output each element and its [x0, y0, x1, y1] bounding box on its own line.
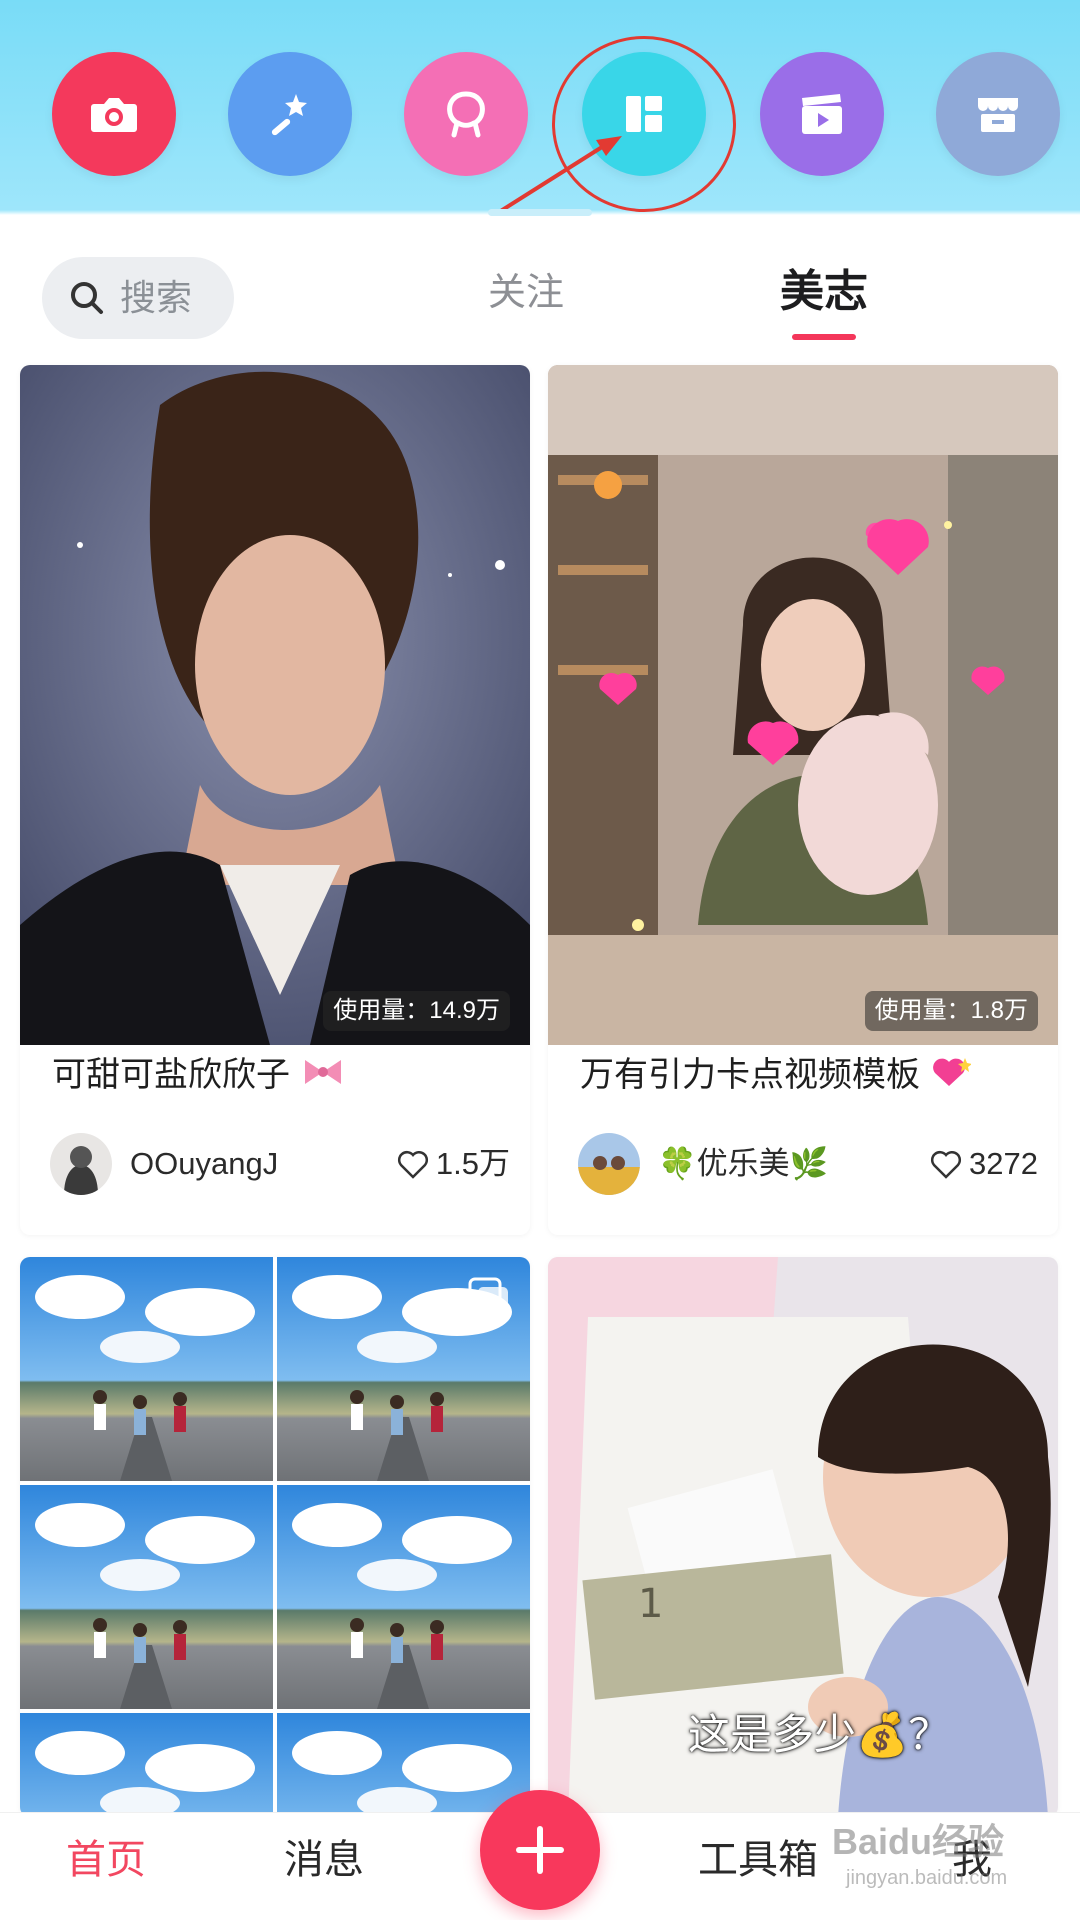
feed-card[interactable]: 1 这是多少💰？: [548, 1257, 1058, 1817]
card-author-row: 🍀优乐美🌿 3272: [578, 1133, 1038, 1197]
nav-toolbox[interactable]: 工具箱: [698, 1835, 818, 1885]
watermark: Baidu经验: [832, 1821, 1005, 1862]
camera-icon: [91, 98, 137, 132]
multi-image-icon: [468, 1277, 508, 1317]
heart-sparkle-icon: [931, 1054, 973, 1101]
app-screen: 搜索 关注 美志 使用量：14.9万 可甜可盐欣欣子 OOuyangJ 1.5万…: [0, 0, 1080, 1920]
search-box[interactable]: 搜索: [42, 257, 234, 339]
svg-text:1: 1: [638, 1581, 663, 1627]
magic-wand-icon: [271, 94, 307, 136]
tab-follow[interactable]: 关注: [488, 270, 564, 316]
video-tool-button[interactable]: [760, 52, 884, 176]
nav-home[interactable]: 首页: [66, 1835, 146, 1885]
card-cover-image[interactable]: 1 这是多少💰？: [548, 1257, 1058, 1817]
active-tab-indicator: [792, 334, 856, 340]
author-name[interactable]: 🍀优乐美🌿: [658, 1143, 828, 1185]
card-cover-image[interactable]: 使用量：14.9万: [20, 365, 530, 1045]
content-sheet: 搜索 关注 美志 使用量：14.9万 可甜可盐欣欣子 OOuyangJ 1.5万…: [0, 230, 1080, 1920]
watermark-url: jingyan.baidu.com: [846, 1867, 1008, 1889]
feed-card[interactable]: 使用量：1.8万 万有引力卡点视频模板 🍀优乐美🌿 3272: [548, 365, 1058, 1235]
bow-icon: [301, 1054, 345, 1101]
heart-icon: [397, 1150, 428, 1179]
sheet-drag-handle[interactable]: [488, 209, 592, 216]
card-cover-image[interactable]: 使用量：1.8万: [548, 365, 1058, 1045]
video-caption: 这是多少💰？: [688, 1711, 951, 1758]
search-icon: [71, 282, 103, 314]
usage-count: 使用量：1.8万: [864, 991, 1038, 1031]
feed-card[interactable]: [20, 1257, 530, 1817]
like-count[interactable]: 3272: [929, 1143, 1038, 1185]
camera-tool-button[interactable]: [52, 52, 176, 176]
avatar[interactable]: [50, 1133, 112, 1195]
annotation-arrow: [494, 136, 622, 216]
beautify-tool-button[interactable]: [228, 52, 352, 176]
card-cover-image[interactable]: [20, 1257, 530, 1817]
face-outline-icon: [447, 91, 485, 138]
video-clapper-icon: [802, 94, 842, 134]
nav-messages[interactable]: 消息: [284, 1835, 364, 1885]
store-icon: [978, 98, 1018, 132]
search-placeholder: 搜索: [120, 277, 193, 318]
store-tool-button[interactable]: [936, 52, 1060, 176]
like-count[interactable]: 1.5万: [396, 1143, 510, 1185]
usage-count: 使用量：14.9万: [323, 991, 510, 1031]
card-author-row: OOuyangJ 1.5万: [50, 1133, 510, 1197]
card-title: 万有引力卡点视频模板: [580, 1053, 1040, 1101]
feed-card[interactable]: 使用量：14.9万 可甜可盐欣欣子 OOuyangJ 1.5万: [20, 365, 530, 1235]
tab-meizhi[interactable]: 美志: [780, 266, 868, 318]
add-post-button[interactable]: [480, 1790, 600, 1910]
plus-icon: [516, 1826, 564, 1874]
author-name[interactable]: OOuyangJ: [130, 1143, 278, 1185]
card-title: 可甜可盐欣欣子: [52, 1053, 512, 1101]
avatar[interactable]: [578, 1133, 640, 1195]
heart-icon: [931, 1150, 962, 1179]
